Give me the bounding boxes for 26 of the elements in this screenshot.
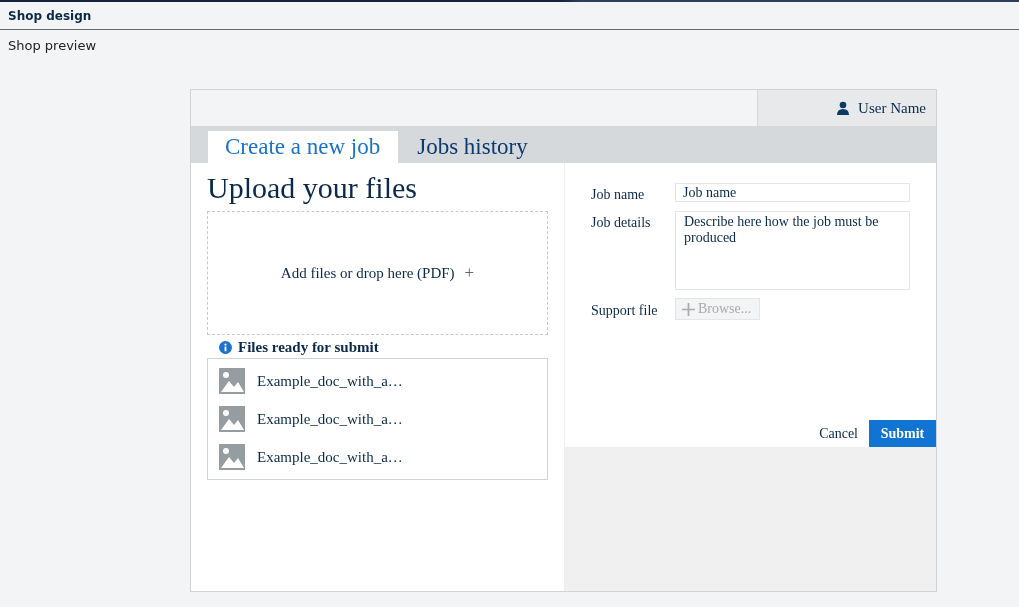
job-details-field[interactable]: Describe here how the job must be produced xyxy=(675,211,910,290)
file-name[interactable]: Example_doc_with_a… xyxy=(257,372,403,390)
drop-zone-label: Add files or drop here (PDF) xyxy=(280,264,455,282)
tab[interactable]: Create a new job xyxy=(208,131,399,163)
image-icon xyxy=(219,444,245,470)
file-name[interactable]: Example_doc_with_a… xyxy=(257,410,403,428)
drop-zone[interactable]: Add files or drop here (PDF) + xyxy=(207,211,548,335)
files-title: Files ready for submit xyxy=(238,339,379,356)
file-name[interactable]: Example_doc_with_a… xyxy=(257,448,403,466)
page-heading: Upload your files xyxy=(207,171,418,205)
field-label: Job name xyxy=(591,186,646,203)
submit-button[interactable]: Submit xyxy=(869,420,936,447)
user-menu[interactable]: User Name xyxy=(757,90,936,126)
user-icon xyxy=(837,101,850,115)
image-icon xyxy=(219,368,245,394)
page-subtitle: Shop preview xyxy=(7,37,98,55)
plus-icon xyxy=(682,302,695,316)
field-label: Support file xyxy=(591,302,659,319)
tab[interactable]: Jobs history xyxy=(400,131,546,163)
plus-icon: + xyxy=(464,263,475,283)
image-icon xyxy=(219,406,245,432)
app-title: Shop design xyxy=(8,8,92,23)
cancel-button[interactable]: Cancel xyxy=(808,425,869,442)
info-icon xyxy=(219,341,232,354)
job-name-field[interactable]: Job name xyxy=(675,183,910,202)
field-label: Job details xyxy=(591,214,652,232)
